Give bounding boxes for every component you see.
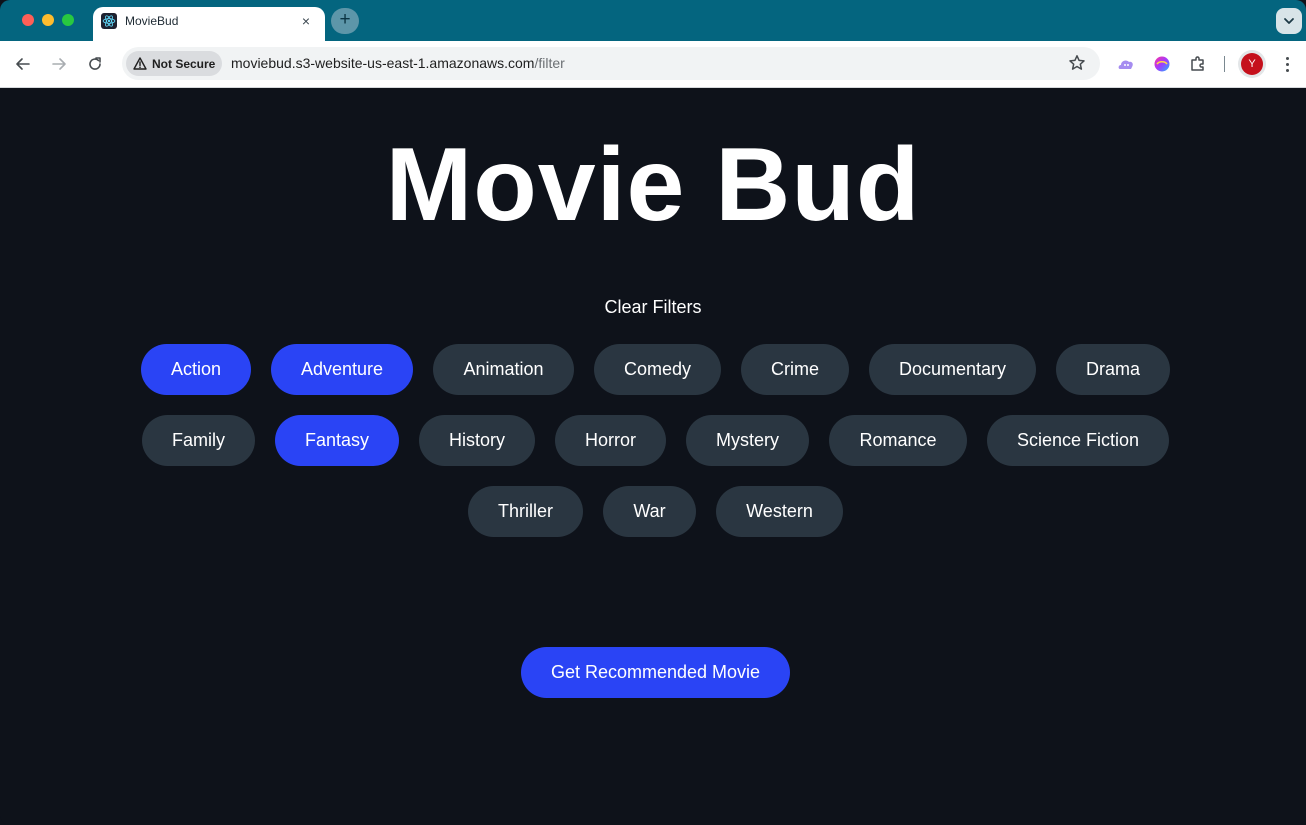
reload-icon <box>89 57 101 70</box>
tab-bar: MovieBud × + <box>0 0 1306 41</box>
browser-toolbar: Not Secure moviebud.s3-website-us-east-1… <box>0 41 1306 88</box>
page-title: Movie Bud <box>385 127 921 243</box>
react-atom-icon <box>101 13 117 29</box>
profile-avatar[interactable]: Y <box>1241 53 1263 75</box>
genre-chip-mystery[interactable]: Mystery <box>686 415 809 466</box>
back-button[interactable] <box>12 53 34 75</box>
gradient-orb-extension-icon[interactable] <box>1152 54 1172 74</box>
genre-chip-fantasy[interactable]: Fantasy <box>275 415 399 466</box>
genre-chip-action[interactable]: Action <box>141 344 251 395</box>
url-text: moviebud.s3-website-us-east-1.amazonaws.… <box>231 55 565 71</box>
browser-menu-icon[interactable] <box>1280 53 1294 75</box>
genre-chip-romance[interactable]: Romance <box>829 415 967 466</box>
genre-chip-history[interactable]: History <box>419 415 535 466</box>
toolbar-divider <box>1224 56 1225 72</box>
star-outline-icon <box>1069 55 1085 70</box>
genre-chip-science-fiction[interactable]: Science Fiction <box>987 415 1169 466</box>
tab-search-button[interactable] <box>1276 8 1302 34</box>
browser-tab[interactable]: MovieBud × <box>93 7 325 41</box>
genre-chip-thriller[interactable]: Thriller <box>468 486 583 537</box>
genre-chip-war[interactable]: War <box>603 486 696 537</box>
close-window-button[interactable] <box>22 14 34 26</box>
chevron-down-icon <box>1284 18 1294 24</box>
arrow-left-icon <box>16 58 30 70</box>
security-indicator[interactable]: Not Secure <box>126 51 222 76</box>
genre-chip-western[interactable]: Western <box>716 486 843 537</box>
address-bar[interactable]: Not Secure moviebud.s3-website-us-east-1… <box>122 47 1100 80</box>
cloud-extension-icon[interactable] <box>1116 54 1136 74</box>
get-recommended-movie-button[interactable]: Get Recommended Movie <box>521 647 790 698</box>
url-path: /filter <box>534 55 565 71</box>
puzzle-icon[interactable] <box>1188 54 1208 74</box>
bookmark-button[interactable] <box>1068 54 1086 72</box>
genre-chip-animation[interactable]: Animation <box>433 344 574 395</box>
tab-title: MovieBud <box>125 14 179 28</box>
security-label: Not Secure <box>152 56 216 71</box>
browser-window: MovieBud × + Not Secure moviebud.s3-webs… <box>0 0 1306 825</box>
warning-triangle-icon <box>133 57 147 70</box>
new-tab-button[interactable]: + <box>331 8 359 34</box>
url-host: moviebud.s3-website-us-east-1.amazonaws.… <box>231 55 535 71</box>
reload-button[interactable] <box>84 53 106 75</box>
arrow-right-icon <box>52 58 66 70</box>
genre-chip-horror[interactable]: Horror <box>555 415 666 466</box>
tab-close-icon[interactable]: × <box>297 12 315 30</box>
genre-chip-drama[interactable]: Drama <box>1056 344 1170 395</box>
genre-chip-crime[interactable]: Crime <box>741 344 849 395</box>
genre-chip-adventure[interactable]: Adventure <box>271 344 413 395</box>
genre-chip-family[interactable]: Family <box>142 415 255 466</box>
forward-button[interactable] <box>48 53 70 75</box>
minimize-window-button[interactable] <box>42 14 54 26</box>
genre-chip-documentary[interactable]: Documentary <box>869 344 1036 395</box>
clear-filters-button[interactable]: Clear Filters <box>553 295 753 319</box>
genre-chip-comedy[interactable]: Comedy <box>594 344 721 395</box>
maximize-window-button[interactable] <box>62 14 74 26</box>
page-content: Movie Bud Clear Filters Action Adventure… <box>0 88 1306 825</box>
